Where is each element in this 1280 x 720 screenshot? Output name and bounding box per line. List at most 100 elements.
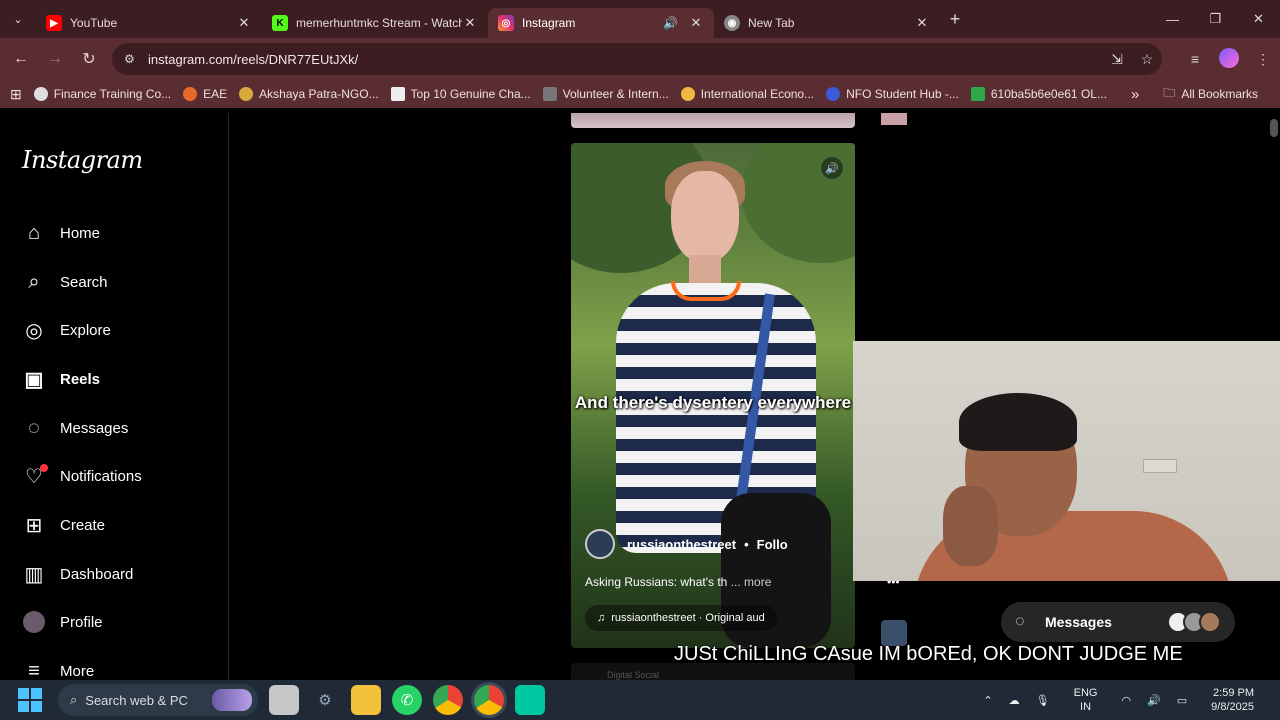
onedrive-icon[interactable]: ☁ bbox=[1009, 694, 1020, 707]
nav-more[interactable]: ≡ More bbox=[22, 655, 94, 681]
nav-label: Dashboard bbox=[60, 565, 134, 583]
clock[interactable]: 2:59 PM 9/8/2025 bbox=[1203, 686, 1262, 714]
reel-video[interactable]: 🔊 And there's dysentery everywhere russi… bbox=[571, 143, 855, 648]
whatsapp-icon[interactable]: ✆ bbox=[392, 685, 422, 715]
bookmark-label: EAE bbox=[203, 87, 228, 101]
all-bookmarks-button[interactable]: 🗀 All Bookmarks bbox=[1163, 84, 1258, 105]
bookmark-label: International Econo... bbox=[700, 87, 815, 101]
date-label: 9/8/2025 bbox=[1211, 701, 1254, 713]
taskbar-search[interactable]: ⌕ Search web & PC bbox=[58, 684, 258, 716]
close-window-icon[interactable]: ✕ bbox=[1237, 0, 1280, 38]
bookmark-item[interactable]: Top 10 Genuine Cha... bbox=[390, 87, 531, 101]
reel-author[interactable]: russiaonthestreet • Follo bbox=[585, 529, 788, 559]
chevron-up-icon[interactable]: ⌃ bbox=[983, 694, 992, 707]
bookmark-item[interactable]: NFO Student Hub -... bbox=[826, 87, 959, 101]
nav-home[interactable]: ⌂ Home bbox=[22, 217, 100, 249]
page-scrollbar[interactable] bbox=[1270, 117, 1278, 677]
author-avatar[interactable] bbox=[585, 529, 615, 559]
new-tab-button[interactable]: + bbox=[940, 9, 970, 30]
bookmark-item[interactable]: 610ba5b6e0e61 OL... bbox=[970, 87, 1107, 101]
close-tab-icon[interactable]: ✕ bbox=[462, 15, 478, 31]
nav-dashboard[interactable]: ▥ Dashboard bbox=[22, 558, 134, 590]
author-username[interactable]: russiaonthestreet bbox=[627, 537, 736, 552]
search-icon: ⌕ bbox=[70, 692, 78, 707]
volume-icon[interactable]: 🔊 bbox=[821, 157, 843, 179]
stream-overlay-text: JUSt ChiLLInG CAsue IM bOREd, OK DONT JU… bbox=[674, 643, 1183, 665]
microphone-icon[interactable]: 🎙 bbox=[1036, 694, 1050, 707]
nav-explore[interactable]: ◎ Explore bbox=[22, 314, 111, 346]
minimize-icon[interactable]: — bbox=[1151, 0, 1194, 38]
nav-reels[interactable]: ▣ Reels bbox=[22, 363, 100, 395]
webcam-overlay bbox=[853, 341, 1280, 581]
instagram-icon: ◎ bbox=[498, 15, 514, 31]
tab-new-tab[interactable]: ◉ New Tab ✕ bbox=[714, 8, 940, 38]
nav-label: Notifications bbox=[60, 467, 142, 485]
apps-icon[interactable]: ⊞ bbox=[10, 86, 22, 103]
back-icon[interactable]: ← bbox=[4, 50, 38, 68]
tab-kick-stream[interactable]: K memerhuntmkc Stream - Watch ✕ bbox=[262, 8, 488, 38]
language-indicator[interactable]: ENG IN bbox=[1066, 686, 1106, 714]
chrome-icon[interactable] bbox=[433, 685, 463, 715]
url-text[interactable]: instagram.com/reels/DNR77EUtJXk/ bbox=[148, 52, 1102, 67]
battery-icon[interactable]: ▭ bbox=[1177, 694, 1187, 707]
site-info-icon[interactable]: ⚙ bbox=[124, 52, 144, 66]
bookmark-item[interactable]: Finance Training Co... bbox=[33, 87, 171, 101]
heart-icon: ♡ bbox=[22, 464, 48, 488]
previous-reel-avatar[interactable] bbox=[881, 113, 907, 125]
previous-reel[interactable] bbox=[571, 113, 855, 128]
follow-button[interactable]: Follo bbox=[757, 537, 788, 552]
messages-pill[interactable]: ◌ Messages bbox=[1001, 602, 1235, 642]
task-view-icon[interactable] bbox=[269, 685, 299, 715]
wifi-icon[interactable]: ◠ bbox=[1121, 694, 1131, 707]
app-icon[interactable] bbox=[515, 685, 545, 715]
bookmark-star-icon[interactable]: ☆ bbox=[1132, 51, 1162, 68]
nav-messages[interactable]: ◌ Messages bbox=[22, 412, 128, 444]
forward-icon[interactable]: → bbox=[38, 50, 72, 68]
bookmarks-overflow-icon[interactable]: » bbox=[1131, 86, 1139, 103]
profile-avatar[interactable] bbox=[1212, 47, 1246, 71]
instagram-logo[interactable]: Instagram bbox=[22, 146, 143, 174]
tab-instagram[interactable]: ◎ Instagram 🔊 ✕ bbox=[488, 8, 714, 38]
chrome-active-icon[interactable] bbox=[474, 685, 504, 715]
windows-start-icon[interactable] bbox=[18, 688, 42, 712]
reel-caption: And there's dysentery everywhere bbox=[574, 393, 852, 412]
speaker-icon[interactable]: 🔊 bbox=[663, 16, 678, 30]
tab-title: YouTube bbox=[70, 16, 118, 30]
reels-icon: ▣ bbox=[24, 368, 44, 391]
next-reel-label: Digital Social bbox=[607, 670, 660, 680]
message-avatars bbox=[1167, 611, 1221, 633]
audio-label: russiaonthestreet · Original aud bbox=[611, 612, 765, 624]
description-text: Asking Russians: what's th bbox=[585, 575, 728, 589]
settings-icon[interactable]: ⚙ bbox=[310, 685, 340, 715]
nav-notifications[interactable]: ♡ Notifications bbox=[22, 460, 142, 492]
bookmark-item[interactable]: Akshaya Patra-NGO... bbox=[239, 87, 379, 101]
more-link[interactable]: ... more bbox=[731, 575, 772, 589]
instagram-sidebar: Instagram ⌂ Home ⌕ Search ◎ Explore ▣ Re… bbox=[0, 113, 229, 680]
wall-object bbox=[1143, 459, 1177, 473]
nav-label: Explore bbox=[60, 321, 111, 339]
toolbar-right: ≡ ⋮ bbox=[1178, 38, 1280, 80]
menu-dots-icon[interactable]: ⋮ bbox=[1246, 51, 1280, 68]
volume-icon[interactable]: 🔊 bbox=[1147, 694, 1161, 707]
bookmark-item[interactable]: EAE bbox=[183, 87, 227, 101]
restore-icon[interactable]: ❐ bbox=[1194, 0, 1237, 38]
scrollbar-thumb[interactable] bbox=[1270, 119, 1278, 137]
address-bar[interactable]: ⚙ instagram.com/reels/DNR77EUtJXk/ ⇲ ☆ bbox=[112, 43, 1162, 75]
nav-search[interactable]: ⌕ Search bbox=[22, 266, 107, 298]
tab-title: Instagram bbox=[522, 16, 576, 30]
close-tab-icon[interactable]: ✕ bbox=[236, 15, 252, 31]
reel-audio-button[interactable]: ♫ russiaonthestreet · Original aud bbox=[585, 605, 777, 631]
reading-list-icon[interactable]: ≡ bbox=[1178, 51, 1212, 67]
tab-youtube[interactable]: ▶ YouTube ✕ bbox=[36, 8, 262, 38]
close-tab-icon[interactable]: ✕ bbox=[914, 15, 930, 31]
nav-create[interactable]: ⊞ Create bbox=[22, 509, 105, 541]
install-app-icon[interactable]: ⇲ bbox=[1102, 51, 1132, 68]
folder-icon: 🗀 bbox=[1163, 85, 1176, 100]
close-tab-icon[interactable]: ✕ bbox=[688, 15, 704, 31]
reload-icon[interactable]: ↻ bbox=[72, 49, 106, 69]
bookmark-item[interactable]: Volunteer & Intern... bbox=[542, 87, 669, 101]
file-explorer-icon[interactable] bbox=[351, 685, 381, 715]
nav-profile[interactable]: Profile bbox=[22, 606, 103, 638]
tab-search-button[interactable]: ⌄ bbox=[0, 0, 36, 38]
bookmark-item[interactable]: International Econo... bbox=[680, 87, 815, 101]
